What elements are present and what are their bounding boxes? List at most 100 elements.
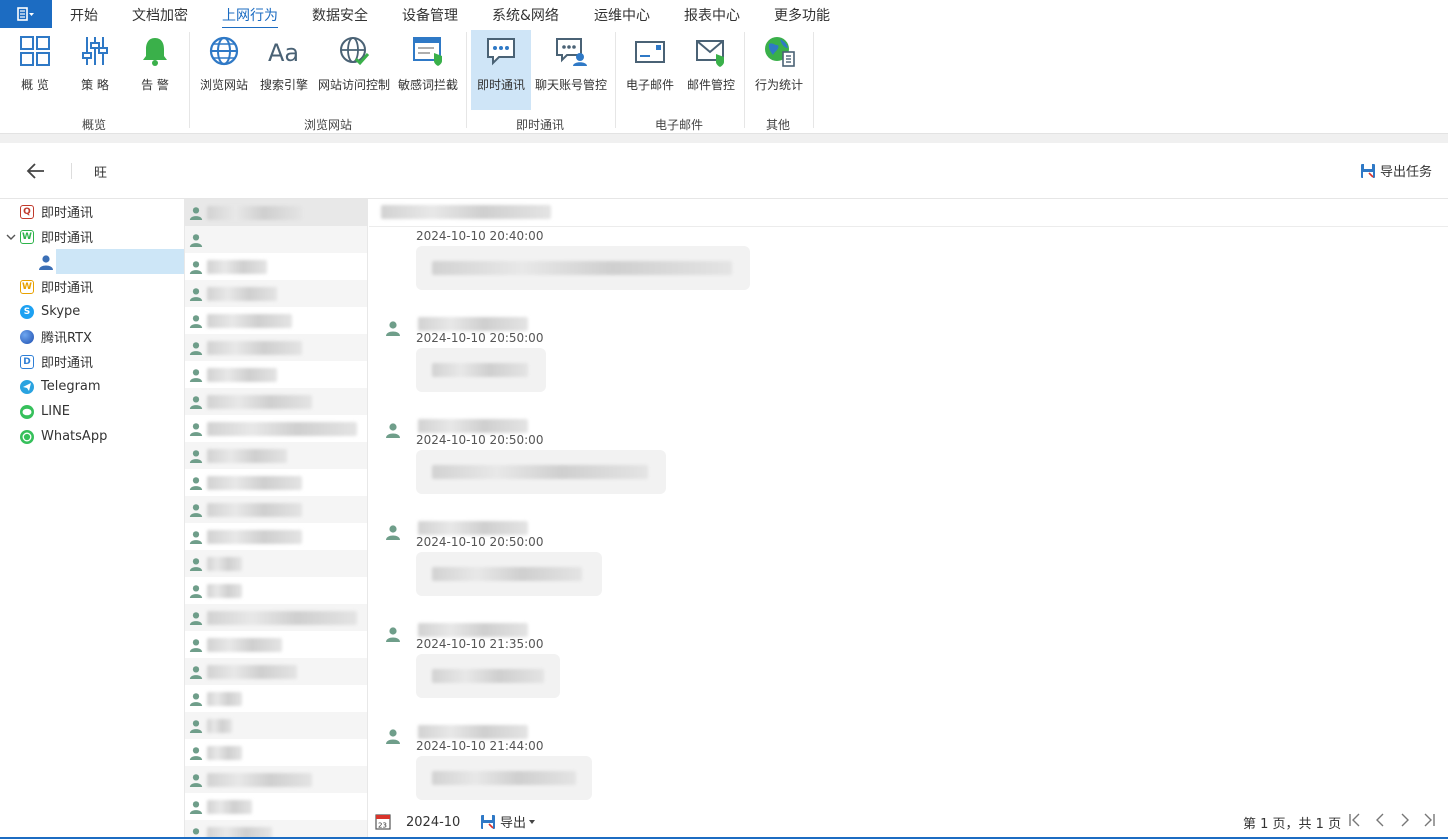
tree-item-wangwang[interactable]: W 即时通讯 bbox=[0, 274, 184, 299]
contact-name-redacted bbox=[207, 259, 267, 274]
tree-item-wechat[interactable]: W 即时通讯 bbox=[0, 224, 184, 249]
next-page-icon[interactable] bbox=[1397, 812, 1413, 828]
search-engine-button[interactable]: Aa 搜索引擎 bbox=[256, 30, 312, 110]
export-label: 导出 bbox=[500, 816, 527, 831]
tree-item-account[interactable] bbox=[0, 249, 184, 274]
tree-item-dingtalk[interactable]: D 即时通讯 bbox=[0, 349, 184, 374]
contact-row[interactable] bbox=[185, 631, 367, 658]
menu-system-network[interactable]: 系统&网络 bbox=[492, 5, 559, 25]
last-page-icon[interactable] bbox=[1421, 812, 1437, 828]
tree-item-qq[interactable]: Q 即时通讯 bbox=[0, 199, 184, 224]
behavior-stats-button[interactable]: 行为统计 bbox=[750, 30, 808, 110]
tree-item-line[interactable]: LINE bbox=[0, 399, 184, 424]
alarm-button[interactable]: 告 警 bbox=[130, 30, 180, 110]
chevron-down-icon[interactable] bbox=[6, 232, 16, 242]
contact-row[interactable] bbox=[185, 226, 367, 253]
contact-row[interactable] bbox=[185, 550, 367, 577]
overview-button[interactable]: 概 览 bbox=[10, 30, 60, 110]
menu-device-management[interactable]: 设备管理 bbox=[402, 5, 458, 25]
email-button[interactable]: 电子邮件 bbox=[620, 30, 680, 110]
contact-row[interactable] bbox=[185, 712, 367, 739]
chat-account-control-button[interactable]: 聊天账号管控 bbox=[532, 30, 610, 110]
person-icon bbox=[189, 449, 203, 463]
contact-row[interactable] bbox=[185, 415, 367, 442]
contact-row[interactable] bbox=[185, 442, 367, 469]
person-icon bbox=[189, 773, 203, 787]
contact-row[interactable] bbox=[185, 766, 367, 793]
message-bubble[interactable] bbox=[416, 246, 750, 290]
group-label-browse: 浏览网站 bbox=[304, 118, 353, 132]
person-icon bbox=[189, 503, 203, 517]
message-bubble[interactable] bbox=[416, 654, 560, 698]
behavior-stats-label: 行为统计 bbox=[754, 78, 803, 92]
contact-row[interactable] bbox=[185, 307, 367, 334]
menu-start[interactable]: 开始 bbox=[70, 5, 98, 25]
contact-row[interactable] bbox=[185, 280, 367, 307]
site-access-control-label: 网站访问控制 bbox=[317, 78, 390, 92]
instant-messaging-button[interactable]: 即时通讯 bbox=[471, 30, 531, 110]
browse-sites-label: 浏览网站 bbox=[199, 78, 248, 92]
ribbon-separator bbox=[466, 32, 467, 128]
message-bubble[interactable] bbox=[416, 450, 666, 494]
contact-row[interactable] bbox=[185, 604, 367, 631]
overview-label: 概 览 bbox=[21, 78, 49, 92]
skype-icon: S bbox=[20, 304, 34, 319]
group-label-email: 电子邮件 bbox=[655, 118, 704, 132]
sender-avatar-icon bbox=[386, 729, 400, 744]
prev-page-icon[interactable] bbox=[1372, 812, 1388, 828]
menu-more-features[interactable]: 更多功能 bbox=[774, 5, 830, 25]
ribbon-separator bbox=[615, 32, 616, 128]
toolbar-separator bbox=[71, 163, 72, 179]
contact-row[interactable] bbox=[185, 496, 367, 523]
contact-name-redacted bbox=[207, 556, 242, 571]
sender-name-redacted bbox=[418, 317, 528, 331]
contact-row[interactable] bbox=[185, 361, 367, 388]
menu-internet-behavior[interactable]: 上网行为 bbox=[222, 5, 278, 29]
menu-data-security[interactable]: 数据安全 bbox=[312, 5, 368, 25]
export-dropdown-button[interactable]: 导出 bbox=[480, 812, 536, 831]
menu-doc-encryption[interactable]: 文档加密 bbox=[132, 5, 188, 25]
message-content-redacted bbox=[432, 363, 528, 377]
calendar-icon[interactable]: 23 bbox=[375, 813, 391, 830]
sensitive-word-button[interactable]: 敏感词拦截 bbox=[396, 30, 460, 110]
site-access-control-button[interactable]: 网站访问控制 bbox=[316, 30, 392, 110]
contact-row[interactable] bbox=[185, 469, 367, 496]
contact-row[interactable] bbox=[185, 334, 367, 361]
message-time: 2024-10-10 20:40:00 bbox=[416, 229, 544, 243]
contact-row[interactable] bbox=[185, 793, 367, 820]
email-label: 电子邮件 bbox=[625, 78, 674, 92]
export-task-button[interactable]: 导出任务 bbox=[1360, 161, 1432, 180]
message-bubble[interactable] bbox=[416, 552, 602, 596]
message-bubble[interactable] bbox=[416, 348, 546, 392]
sender-name-redacted bbox=[418, 521, 528, 535]
contact-row[interactable] bbox=[185, 388, 367, 415]
contact-name-redacted bbox=[207, 475, 302, 490]
date-value[interactable]: 2024-10 bbox=[406, 815, 460, 830]
menu-report-center[interactable]: 报表中心 bbox=[684, 5, 740, 25]
browse-sites-button[interactable]: 浏览网站 bbox=[196, 30, 252, 110]
tree-item-telegram[interactable]: Telegram bbox=[0, 374, 184, 399]
tree-item-skype[interactable]: S Skype bbox=[0, 299, 184, 324]
contact-name-redacted bbox=[207, 502, 302, 517]
contact-row[interactable] bbox=[185, 739, 367, 766]
contact-row[interactable] bbox=[185, 685, 367, 712]
export-task-label: 导出任务 bbox=[1379, 165, 1432, 180]
tree-item-rtx[interactable]: 腾讯RTX bbox=[0, 324, 184, 349]
app-menu-button[interactable] bbox=[0, 0, 52, 28]
contact-row[interactable] bbox=[185, 658, 367, 685]
back-arrow-icon[interactable] bbox=[26, 162, 46, 180]
email-control-button[interactable]: 邮件管控 bbox=[682, 30, 740, 110]
behavior-stats-icon bbox=[762, 34, 796, 68]
first-page-icon[interactable] bbox=[1347, 812, 1363, 828]
instant-messaging-label: 即时通讯 bbox=[476, 78, 525, 92]
menu-ops-center[interactable]: 运维中心 bbox=[594, 5, 650, 25]
contact-row[interactable] bbox=[185, 199, 367, 226]
tree-item-whatsapp[interactable]: WhatsApp bbox=[0, 424, 184, 449]
contact-row[interactable] bbox=[185, 577, 367, 604]
policy-button[interactable]: 策 略 bbox=[70, 30, 120, 110]
chat-bubble-icon bbox=[484, 34, 518, 68]
contact-row[interactable] bbox=[185, 253, 367, 280]
message-bubble[interactable] bbox=[416, 756, 592, 800]
contact-row[interactable] bbox=[185, 523, 367, 550]
contact-name-redacted bbox=[207, 394, 312, 409]
